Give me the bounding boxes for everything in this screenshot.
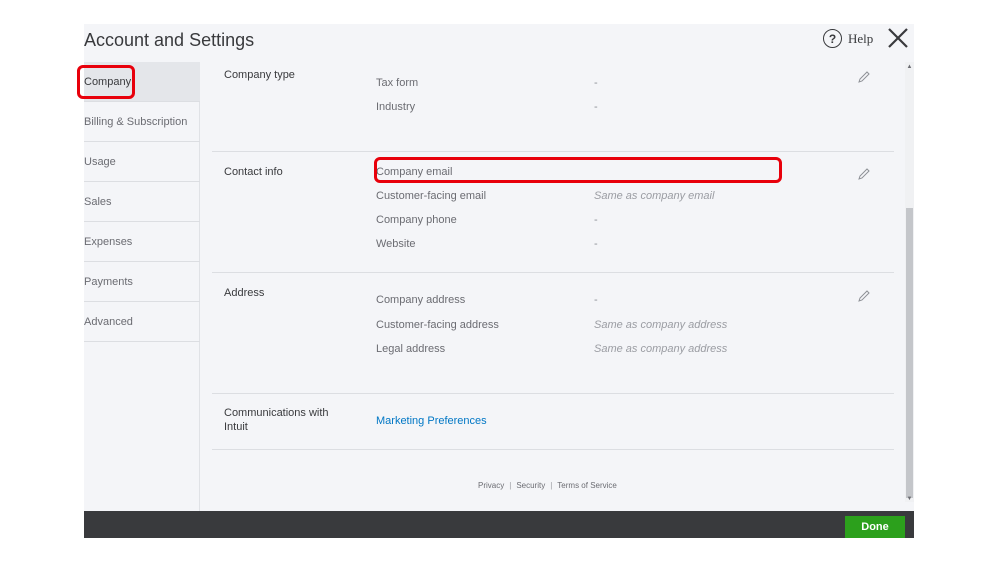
sidebar-item-label: Company — [84, 76, 132, 88]
scroll-down-arrow-icon[interactable]: ▼ — [906, 496, 913, 502]
field-value-customer-address: Same as company address — [594, 319, 728, 331]
sidebar-item-sales[interactable]: Sales — [84, 182, 200, 222]
sidebar-item-label: Usage — [84, 156, 116, 168]
section-divider — [212, 151, 894, 152]
settings-panel — [84, 24, 914, 538]
page-title: Account and Settings — [84, 30, 255, 50]
communications-label-line2: Intuit — [224, 421, 248, 433]
field-label-company-address: Company address — [376, 294, 466, 306]
help-label: Help — [848, 30, 874, 46]
field-value-company-phone: - — [594, 214, 598, 226]
marketing-preferences-link[interactable]: Marketing Preferences — [376, 415, 487, 427]
field-label-customer-address: Customer-facing address — [376, 319, 499, 331]
edit-pencil-icon[interactable] — [857, 167, 871, 181]
edit-pencil-icon[interactable] — [857, 289, 871, 303]
sidebar-item-label: Payments — [84, 276, 133, 288]
help-button[interactable]: ? Help — [823, 29, 873, 48]
section-divider — [212, 393, 894, 394]
section-label-company-type: Company type — [224, 69, 295, 81]
field-value-customer-email: Same as company email — [594, 190, 715, 202]
field-value-company-address: - — [594, 294, 598, 306]
field-label-industry: Industry — [376, 101, 416, 113]
footer-separator: | — [550, 481, 553, 490]
screen: Account and Settings ? Help Company Bill… — [0, 0, 999, 562]
settings-sidebar: Company Billing & Subscription Usage Sal… — [84, 62, 200, 512]
footer-links: Privacy | Security | Terms of Service — [478, 481, 617, 490]
sidebar-item-expenses[interactable]: Expenses — [84, 222, 200, 262]
done-button[interactable]: Done — [845, 516, 905, 538]
field-value-tax-form: - — [594, 77, 598, 89]
field-value-industry: - — [594, 101, 598, 113]
question-circle-icon: ? — [823, 29, 842, 48]
sidebar-item-label: Advanced — [84, 316, 133, 328]
field-value-website: - — [594, 238, 598, 250]
sidebar-item-label: Billing & Subscription — [84, 116, 188, 128]
section-divider — [212, 272, 894, 273]
section-label-contact-info: Contact info — [224, 166, 283, 178]
field-label-customer-email: Customer-facing email — [376, 190, 487, 202]
footer-separator: | — [509, 481, 512, 490]
bottom-action-bar — [84, 511, 914, 538]
communications-label-line1: Communications with — [224, 407, 329, 419]
sidebar-item-label: Expenses — [84, 236, 133, 248]
sidebar-item-billing[interactable]: Billing & Subscription — [84, 102, 200, 142]
scrollbar-thumb[interactable] — [906, 208, 913, 498]
scroll-up-arrow-icon[interactable]: ▲ — [906, 64, 913, 70]
field-label-company-phone: Company phone — [376, 214, 457, 226]
field-label-legal-address: Legal address — [376, 343, 446, 355]
security-link[interactable]: Security — [516, 481, 545, 490]
section-label-communications: Communications with Intuit — [224, 406, 329, 434]
terms-of-service-link[interactable]: Terms of Service — [557, 481, 617, 490]
field-label-tax-form: Tax form — [376, 77, 419, 89]
field-label-company-email: Company email — [376, 166, 453, 178]
section-divider — [212, 449, 894, 450]
section-label-address: Address — [224, 287, 265, 299]
field-label-website: Website — [376, 238, 416, 250]
privacy-link[interactable]: Privacy — [478, 481, 504, 490]
edit-pencil-icon[interactable] — [857, 70, 871, 84]
field-value-legal-address: Same as company address — [594, 343, 728, 355]
sidebar-item-usage[interactable]: Usage — [84, 142, 200, 182]
sidebar-item-label: Sales — [84, 196, 112, 208]
sidebar-item-payments[interactable]: Payments — [84, 262, 200, 302]
sidebar-item-company[interactable]: Company — [84, 62, 200, 102]
close-icon[interactable] — [886, 26, 910, 50]
sidebar-item-advanced[interactable]: Advanced — [84, 302, 200, 342]
